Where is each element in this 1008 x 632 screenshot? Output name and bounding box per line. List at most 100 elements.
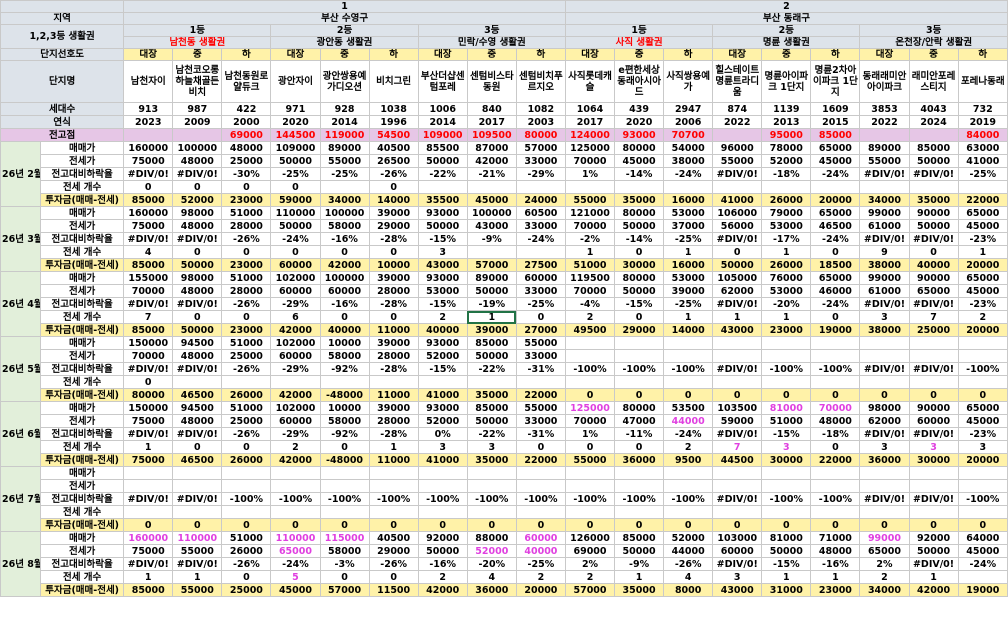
value-cell[interactable]: 50000 (466, 284, 517, 298)
value-cell[interactable]: -29% (270, 427, 321, 441)
value-cell[interactable] (663, 349, 714, 363)
value-cell[interactable]: 46500 (172, 388, 223, 402)
value-cell[interactable]: #DIV/0! (712, 297, 763, 311)
peak-cell[interactable] (172, 128, 223, 142)
value-cell[interactable] (908, 349, 959, 363)
value-cell[interactable]: 52000 (172, 193, 223, 207)
value-cell[interactable] (761, 375, 812, 389)
value-cell[interactable]: #DIV/0! (123, 427, 174, 441)
value-cell[interactable]: 3 (908, 440, 959, 454)
value-cell[interactable]: #DIV/0! (172, 297, 223, 311)
metric-label[interactable]: 투자금(매매-전세) (40, 193, 125, 207)
value-cell[interactable] (712, 505, 763, 519)
value-cell[interactable]: 109000 (270, 141, 321, 155)
value-cell[interactable] (466, 466, 517, 480)
complex-name[interactable]: 명륜2차아이파크 1단지 (810, 60, 861, 103)
value-cell[interactable]: 81000 (761, 531, 812, 545)
year-cell[interactable]: 2014 (319, 115, 370, 129)
value-cell[interactable] (564, 349, 616, 363)
value-cell[interactable]: 105000 (712, 271, 763, 285)
households-cell[interactable]: 422 (221, 102, 272, 116)
value-cell[interactable]: 41000 (417, 388, 468, 402)
value-cell[interactable]: 0 (614, 310, 665, 324)
peak-cell[interactable]: 84000 (957, 128, 1008, 142)
value-cell[interactable]: #DIV/0! (712, 492, 763, 506)
zone-rank[interactable]: 3등 (859, 24, 1008, 37)
value-cell[interactable]: #DIV/0! (908, 427, 959, 441)
metric-label[interactable]: 전세가 (40, 414, 125, 428)
value-cell[interactable]: 26000 (761, 258, 812, 272)
value-cell[interactable]: 75000 (123, 154, 174, 168)
value-cell[interactable]: 38000 (663, 154, 714, 168)
value-cell[interactable] (515, 375, 566, 389)
value-cell[interactable]: 51000 (221, 531, 272, 545)
value-cell[interactable]: 58000 (319, 414, 370, 428)
value-cell[interactable] (614, 375, 665, 389)
complex-name[interactable]: 사직쌍용예가 (663, 60, 714, 103)
value-cell[interactable] (466, 245, 517, 259)
metric-label[interactable]: 투자금(매매-전세) (40, 323, 125, 337)
value-cell[interactable]: 103500 (712, 401, 763, 415)
value-cell[interactable]: 50000 (908, 219, 959, 233)
value-cell[interactable]: -14% (614, 232, 665, 246)
households-cell[interactable]: 928 (319, 102, 370, 116)
peak-label[interactable]: 전고점 (0, 128, 125, 142)
value-cell[interactable]: 35000 (466, 388, 517, 402)
zone-rank[interactable]: 3등 (417, 24, 566, 37)
value-cell[interactable]: 39000 (663, 284, 714, 298)
value-cell[interactable]: 28000 (368, 349, 419, 363)
value-cell[interactable]: 75000 (123, 414, 174, 428)
value-cell[interactable]: -18% (761, 167, 812, 181)
complex-name[interactable]: 센텀비스타동원 (466, 60, 517, 103)
value-cell[interactable]: 26000 (761, 193, 812, 207)
value-cell[interactable]: 53000 (663, 271, 714, 285)
value-cell[interactable]: 37000 (663, 219, 714, 233)
value-cell[interactable]: -9% (466, 232, 517, 246)
value-cell[interactable]: 7 (908, 310, 959, 324)
value-cell[interactable] (663, 466, 714, 480)
zone-rank[interactable]: 2등 (270, 24, 419, 37)
value-cell[interactable]: -24% (663, 167, 714, 181)
value-cell[interactable]: 50000 (466, 349, 517, 363)
value-cell[interactable]: 11000 (368, 453, 419, 467)
value-cell[interactable] (417, 466, 468, 480)
value-cell[interactable]: 27500 (515, 258, 566, 272)
value-cell[interactable]: 60000 (319, 284, 370, 298)
value-cell[interactable]: 69000 (564, 544, 616, 558)
value-cell[interactable]: 11500 (368, 583, 419, 597)
value-cell[interactable]: -22% (466, 427, 517, 441)
value-cell[interactable]: 1 (123, 440, 174, 454)
value-cell[interactable] (957, 336, 1008, 350)
value-cell[interactable]: 1 (957, 245, 1008, 259)
value-cell[interactable]: 61000 (859, 219, 910, 233)
value-cell[interactable]: 60000 (908, 414, 959, 428)
value-cell[interactable]: 0 (172, 245, 223, 259)
value-cell[interactable]: 43000 (712, 323, 763, 337)
value-cell[interactable]: 65000 (270, 544, 321, 558)
value-cell[interactable]: 50000 (908, 154, 959, 168)
complex-name[interactable]: 포레나동래 (957, 60, 1008, 103)
value-cell[interactable]: -15% (761, 427, 812, 441)
value-cell[interactable]: 50000 (270, 219, 321, 233)
metric-label[interactable]: 전고대비하락율 (40, 557, 125, 571)
value-cell[interactable] (663, 375, 714, 389)
value-cell[interactable]: 0 (466, 518, 517, 532)
value-cell[interactable]: #DIV/0! (908, 362, 959, 376)
value-cell[interactable]: 35000 (908, 193, 959, 207)
metric-label[interactable]: 투자금(매매-전세) (40, 388, 125, 402)
value-cell[interactable] (221, 505, 272, 519)
complex-name[interactable]: 힐스테이트명륜트라디움 (712, 60, 763, 103)
pref-cell[interactable]: 중 (614, 48, 665, 61)
value-cell[interactable]: #DIV/0! (123, 167, 174, 181)
zone-rank[interactable]: 1등 (123, 24, 272, 37)
value-cell[interactable]: 45000 (614, 154, 665, 168)
value-cell[interactable]: 55000 (564, 453, 616, 467)
value-cell[interactable]: -100% (957, 492, 1008, 506)
value-cell[interactable]: 52000 (761, 154, 812, 168)
year-cell[interactable]: 2017 (466, 115, 517, 129)
value-cell[interactable]: 93000 (417, 336, 468, 350)
value-cell[interactable] (368, 505, 419, 519)
value-cell[interactable]: 42000 (270, 453, 321, 467)
value-cell[interactable]: 9 (859, 245, 910, 259)
value-cell[interactable] (712, 375, 763, 389)
